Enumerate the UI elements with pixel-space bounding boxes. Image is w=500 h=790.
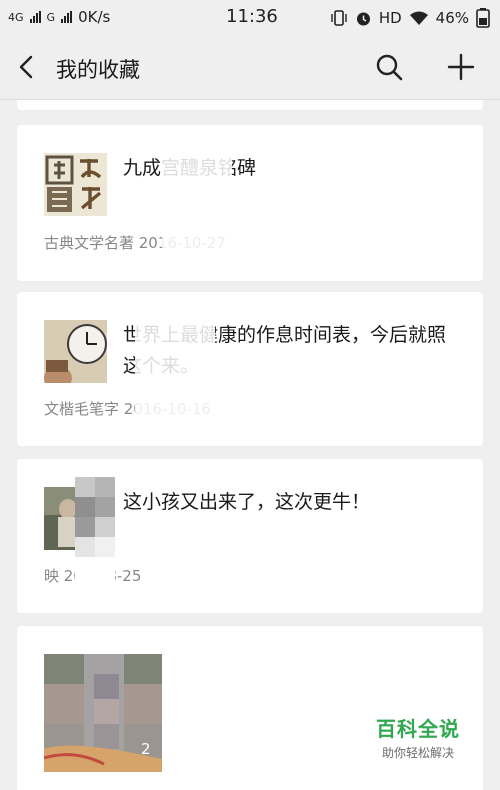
network-speed: 0K/s (78, 8, 111, 26)
image-count: 2 (141, 740, 151, 758)
favorites-list[interactable]: 九成宫醴泉铭碑 古典文学名著 2016-10-27 世界上最健康的作息时间表，今… (0, 100, 500, 790)
calligraphy-thumbnail (44, 153, 107, 216)
wifi-icon (409, 11, 428, 25)
status-bar: 4G G 0K/s 11:36 HD 46% (0, 0, 500, 34)
alarm-icon (356, 12, 370, 25)
nav-bar: 我的收藏 (0, 34, 500, 100)
privacy-blur (135, 312, 215, 427)
favorite-item[interactable]: 2 (17, 626, 483, 790)
favorite-item[interactable]: 世界上最健康的作息时间表，今后就照这个来。 文楷毛笔字 2016-10-16 (17, 292, 483, 446)
signal-strength-icon (29, 11, 41, 23)
hd-label: HD (378, 9, 402, 27)
plus-icon[interactable] (446, 52, 476, 82)
watermark-title: 百科全说 (376, 717, 460, 741)
signal-strength-icon (61, 11, 73, 23)
favorite-item[interactable]: 九成宫醴泉铭碑 古典文学名著 2016-10-27 (17, 125, 483, 281)
network-label-g: G (46, 10, 56, 24)
vibrate-icon (331, 10, 347, 26)
network-label-4g: 4G (8, 10, 24, 24)
battery-percent: 46% (435, 9, 469, 27)
page-title: 我的收藏 (56, 58, 140, 82)
privacy-blur (162, 147, 232, 267)
back-chevron-icon[interactable] (16, 54, 40, 80)
clock-thumbnail (44, 320, 107, 383)
watermark-subtitle: 助你轻松解决 (381, 746, 454, 760)
clock: 11:36 (226, 6, 278, 27)
privacy-mosaic (75, 477, 115, 587)
list-item-partial[interactable] (17, 100, 483, 110)
favorite-title: 这小孩又出来了，这次更牛！ (123, 491, 371, 513)
search-icon[interactable] (374, 52, 404, 82)
favorite-item[interactable]: 这小孩又出来了，这次更牛！ 映 2016-8-25 (17, 459, 483, 613)
battery-icon (476, 8, 490, 28)
watermark-logo: 百科全说 助你轻松解决 (363, 713, 473, 761)
